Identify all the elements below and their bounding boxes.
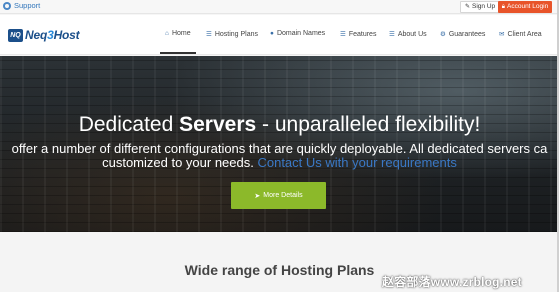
nav-item-guarantees[interactable]: ⚙ Guarantees: [440, 30, 486, 39]
sign-up-button[interactable]: ✎ Sign Up: [460, 1, 501, 13]
account-login-button[interactable]: 🔒︎ Account Login: [498, 1, 552, 13]
main-header: NQ Neq3Host ⌂ Home ☰ Hosting Plans ● Dom…: [0, 15, 559, 55]
logo-mark: NQ: [8, 28, 23, 42]
hero-description-line1: offer a number of different configuratio…: [11, 141, 548, 156]
nav-item-label: Features: [348, 30, 377, 38]
hero-description-line2: customized to your needs. Contact Us wit…: [0, 155, 559, 170]
nav-item-label: Hosting Plans: [214, 30, 259, 38]
globe-icon: ●: [270, 30, 274, 37]
nav-item-features[interactable]: ☰ Features: [340, 30, 377, 39]
nav-item-about-us[interactable]: ☰ About Us: [389, 30, 427, 39]
nav-active-indicator: [160, 52, 196, 54]
list-icon: ☰: [340, 31, 346, 38]
gear-icon: ⚙: [440, 31, 446, 38]
support-icon: [3, 1, 11, 10]
nav-item-home[interactable]: ⌂ Home: [165, 30, 191, 37]
hero-title-bold: Servers: [179, 113, 257, 136]
logo-text-b: Host: [53, 28, 80, 42]
watermark: 赵容部落www.zrblog.net: [382, 275, 522, 289]
nav-item-hosting-plans[interactable]: ☰ Hosting Plans: [206, 30, 259, 39]
hero-title: Dedicated Servers - unparalleled flexibi…: [0, 113, 559, 137]
nav-item-label: Domain Names: [276, 30, 326, 37]
hero-line2-text: customized to your needs.: [102, 155, 258, 170]
logo-text-a: Neq: [25, 28, 48, 42]
nav-item-label: Home: [171, 30, 191, 37]
sign-up-label: Sign Up: [472, 3, 496, 10]
contact-us-link[interactable]: Contact Us with your requirements: [257, 155, 456, 170]
nav-item-label: About Us: [397, 30, 427, 38]
nav-item-label: Client Area: [507, 30, 542, 38]
home-icon: ⌂: [165, 30, 169, 37]
nav-item-domain-names[interactable]: ● Domain Names: [270, 30, 325, 37]
top-bar: Support ✎ Sign Up 🔒︎ Account Login: [0, 0, 559, 14]
list-icon: ☰: [206, 31, 212, 38]
lock-icon: 🔒︎: [501, 4, 505, 10]
account-login-label: Account Login: [507, 3, 549, 10]
more-details-label: More Details: [263, 192, 303, 199]
hero-banner: Dedicated Servers - unparalleled flexibi…: [0, 56, 559, 232]
list-icon: ☰: [389, 31, 395, 38]
site-logo[interactable]: NQ Neq3Host: [8, 28, 80, 42]
nav-item-label: Guarantees: [448, 30, 486, 38]
nav-item-client-area[interactable]: ✉ Client Area: [499, 30, 542, 39]
support-link[interactable]: Support: [3, 1, 40, 10]
support-label: Support: [14, 1, 41, 10]
send-icon: ➤: [254, 192, 261, 200]
hero-title-normal: Dedicated: [78, 113, 180, 136]
envelope-icon: ✉: [499, 31, 505, 38]
hero-title-rest: - unparalleled flexibility!: [256, 113, 481, 136]
more-details-button[interactable]: ➤ More Details: [231, 182, 326, 209]
pencil-icon: ✎: [465, 4, 471, 10]
logo-text: Neq3Host: [25, 28, 80, 42]
